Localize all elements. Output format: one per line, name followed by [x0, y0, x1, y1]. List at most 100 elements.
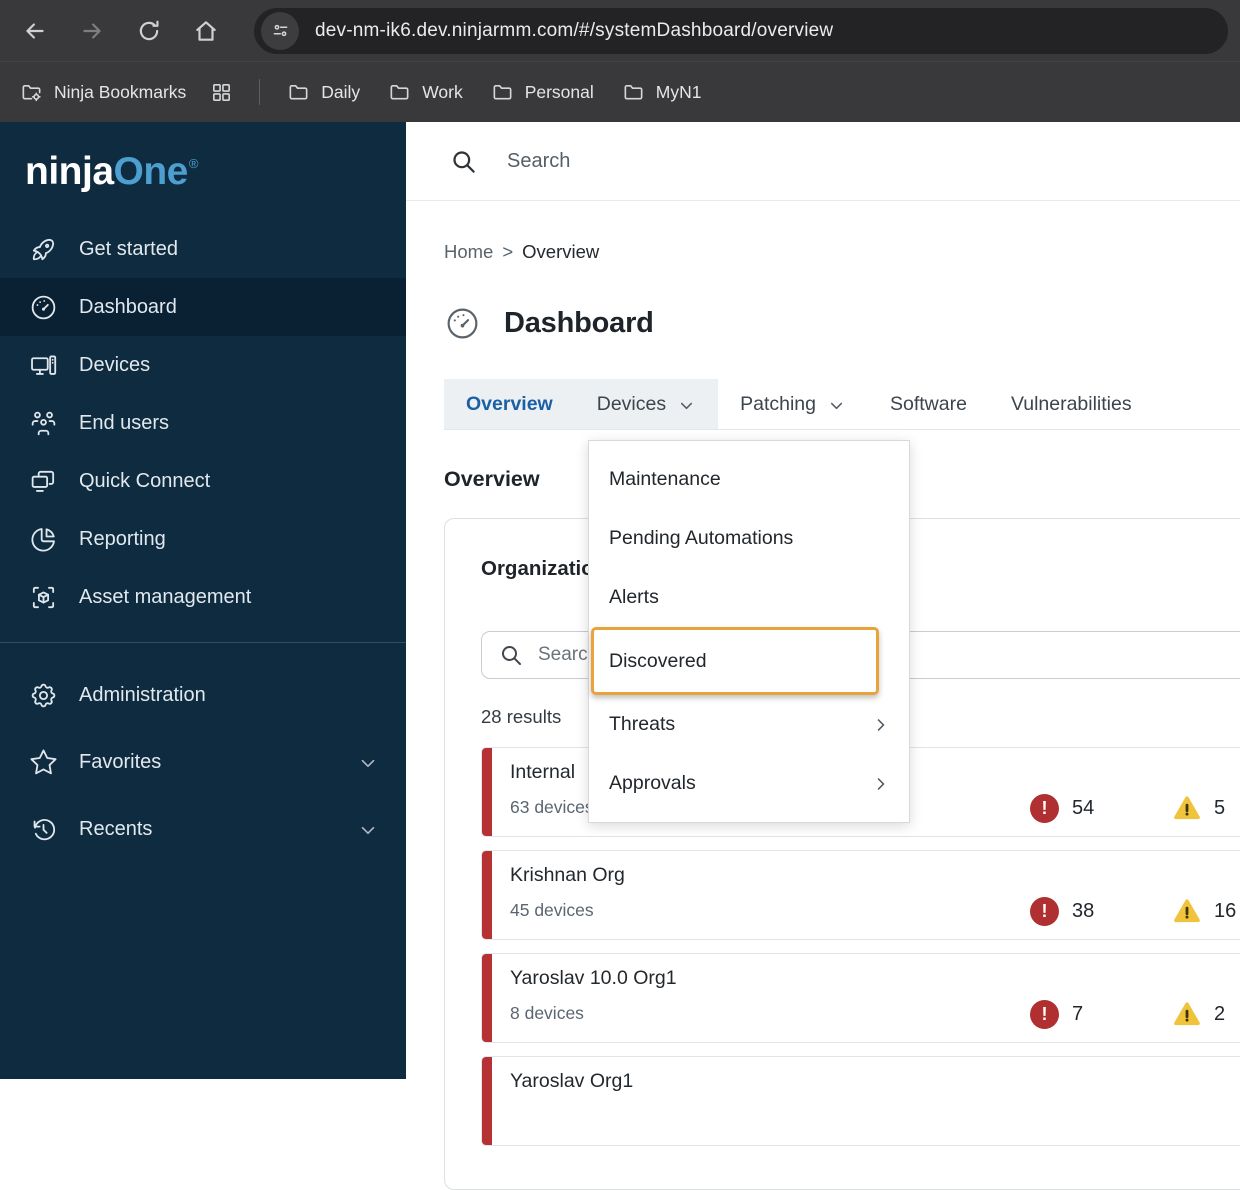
browser-toolbar: dev-nm-ik6.dev.ninjarmm.com/#/systemDash…: [0, 0, 1240, 61]
sidebar-item-favorites[interactable]: Favorites: [0, 729, 406, 796]
error-badge-icon: !: [1030, 897, 1059, 926]
tab-overview[interactable]: Overview: [444, 379, 575, 429]
chevron-down-icon: [827, 396, 846, 415]
menu-item-label: Alerts: [609, 586, 659, 608]
folder-icon: [491, 81, 514, 104]
org-health-bar: [482, 1057, 492, 1145]
org-name: Yaroslav Org1: [510, 1070, 634, 1092]
tab-devices[interactable]: Devices: [574, 379, 719, 429]
sidebar-item-end-users[interactable]: End users: [0, 394, 406, 452]
sidebar: ninjaOne® Get started Dashboard Devices …: [0, 122, 406, 1079]
org-row-yaroslav-org1[interactable]: Yaroslav Org1: [481, 1056, 1240, 1146]
bookmarks-root-folder[interactable]: Ninja Bookmarks: [20, 81, 186, 104]
tab-label: Patching: [740, 392, 816, 415]
sidebar-item-label: Reporting: [79, 527, 166, 550]
org-name: Yaroslav 10.0 Org1: [510, 967, 677, 989]
users-icon: [29, 409, 58, 438]
menu-item-alerts[interactable]: Alerts: [589, 568, 909, 627]
reload-button[interactable]: [136, 18, 162, 44]
tune-icon: [270, 20, 291, 41]
org-health-bar: [482, 954, 492, 1042]
devices-dropdown-menu: Maintenance Pending Automations Alerts D…: [588, 440, 910, 823]
bookmark-folder-work[interactable]: Work: [388, 81, 463, 104]
menu-item-discovered[interactable]: Discovered: [591, 627, 879, 695]
warning-triangle-icon: [1172, 794, 1202, 822]
org-warning-group: 2: [1172, 1000, 1225, 1028]
gauge-icon: [29, 293, 58, 322]
warning-count: 2: [1214, 1002, 1226, 1025]
tab-patching[interactable]: Patching: [718, 379, 868, 429]
gear-icon: [29, 681, 58, 710]
sidebar-item-label: Favorites: [79, 751, 162, 773]
tab-software[interactable]: Software: [868, 379, 989, 429]
org-health-bar: [482, 851, 492, 939]
org-row-krishnan-org[interactable]: Krishnan Org 45 devices ! 38 16: [481, 850, 1240, 940]
dashboard-tabs: Overview Devices Patching Software Vulne…: [444, 379, 1240, 430]
sidebar-item-label: Devices: [79, 353, 151, 376]
sidebar-nav-top: Get started Dashboard Devices End users …: [0, 220, 406, 626]
menu-item-approvals[interactable]: Approvals: [589, 754, 909, 813]
sidebar-item-label: Asset management: [79, 585, 252, 608]
back-button[interactable]: [22, 18, 48, 44]
chevron-right-icon: [871, 774, 891, 794]
forward-button[interactable]: [79, 18, 105, 44]
bookmark-folder-label: Personal: [524, 81, 594, 102]
apps-grid-icon: [210, 81, 233, 104]
bookmark-folder-myn1[interactable]: MyN1: [622, 81, 701, 104]
sidebar-item-administration[interactable]: Administration: [0, 662, 406, 729]
main-area: Home > Overview Dashboard Overview Devic…: [406, 122, 1240, 1190]
apps-button[interactable]: [210, 81, 233, 104]
org-error-group: ! 7: [1030, 1000, 1083, 1029]
sidebar-item-quick-connect[interactable]: Quick Connect: [0, 452, 406, 510]
history-icon: [29, 815, 58, 844]
menu-item-maintenance[interactable]: Maintenance: [589, 450, 909, 509]
sidebar-item-devices[interactable]: Devices: [0, 336, 406, 394]
star-icon: [29, 748, 58, 777]
sidebar-item-get-started[interactable]: Get started: [0, 220, 406, 278]
breadcrumb-home[interactable]: Home: [444, 241, 493, 263]
menu-item-label: Maintenance: [609, 468, 721, 490]
pie-icon: [29, 525, 58, 554]
global-search-input[interactable]: [505, 148, 929, 174]
bookmark-folder-personal[interactable]: Personal: [491, 81, 594, 104]
sidebar-item-label: Quick Connect: [79, 469, 211, 492]
home-button[interactable]: [193, 18, 219, 44]
org-name: Krishnan Org: [510, 864, 625, 886]
bookmark-folder-daily[interactable]: Daily: [287, 81, 360, 104]
sidebar-item-recents[interactable]: Recents: [0, 796, 406, 863]
menu-item-label: Discovered: [609, 649, 707, 672]
page-title: Dashboard: [504, 307, 654, 339]
app-frame: ninjaOne® Get started Dashboard Devices …: [0, 122, 1240, 1190]
bookmarks-bar: Ninja Bookmarks Daily Work Personal MyN1: [0, 61, 1240, 122]
sidebar-item-asset-management[interactable]: Asset management: [0, 568, 406, 626]
warning-count: 16: [1214, 899, 1237, 922]
search-icon: [450, 148, 477, 175]
sidebar-nav-bottom: Administration Favorites Recents: [0, 662, 406, 863]
browser-chrome: dev-nm-ik6.dev.ninjarmm.com/#/systemDash…: [0, 0, 1240, 122]
error-badge-icon: !: [1030, 1000, 1059, 1029]
bookmark-folder-label: Daily: [321, 81, 361, 102]
dashboard-gauge-icon: [444, 305, 481, 342]
org-warning-group: 5: [1172, 794, 1225, 822]
site-settings-button[interactable]: [261, 11, 299, 50]
menu-item-threats[interactable]: Threats: [589, 695, 909, 754]
chevron-right-icon: [871, 715, 891, 735]
folder-icon: [287, 81, 310, 104]
asset-icon: [29, 583, 58, 612]
tab-label: Devices: [596, 392, 667, 415]
sidebar-item-dashboard[interactable]: Dashboard: [0, 278, 406, 336]
logo-ninja-text: ninja: [25, 150, 114, 193]
url-text: dev-nm-ik6.dev.ninjarmm.com/#/systemDash…: [315, 19, 834, 41]
breadcrumb-separator: >: [502, 241, 514, 262]
logo-one-text: One: [113, 150, 189, 193]
menu-item-pending-automations[interactable]: Pending Automations: [589, 509, 909, 568]
sidebar-item-reporting[interactable]: Reporting: [0, 510, 406, 568]
ninjaone-logo[interactable]: ninjaOne®: [0, 122, 406, 194]
tab-vulnerabilities[interactable]: Vulnerabilities: [989, 379, 1154, 429]
bookmarks-root-label: Ninja Bookmarks: [54, 81, 187, 102]
org-row-yaroslav-10-0-org1[interactable]: Yaroslav 10.0 Org1 8 devices ! 7 2: [481, 953, 1240, 1043]
sidebar-item-label: Get started: [79, 237, 178, 260]
sidebar-item-label: Recents: [79, 818, 153, 840]
address-bar[interactable]: dev-nm-ik6.dev.ninjarmm.com/#/systemDash…: [254, 7, 1228, 54]
global-search-bar: [406, 122, 1240, 201]
